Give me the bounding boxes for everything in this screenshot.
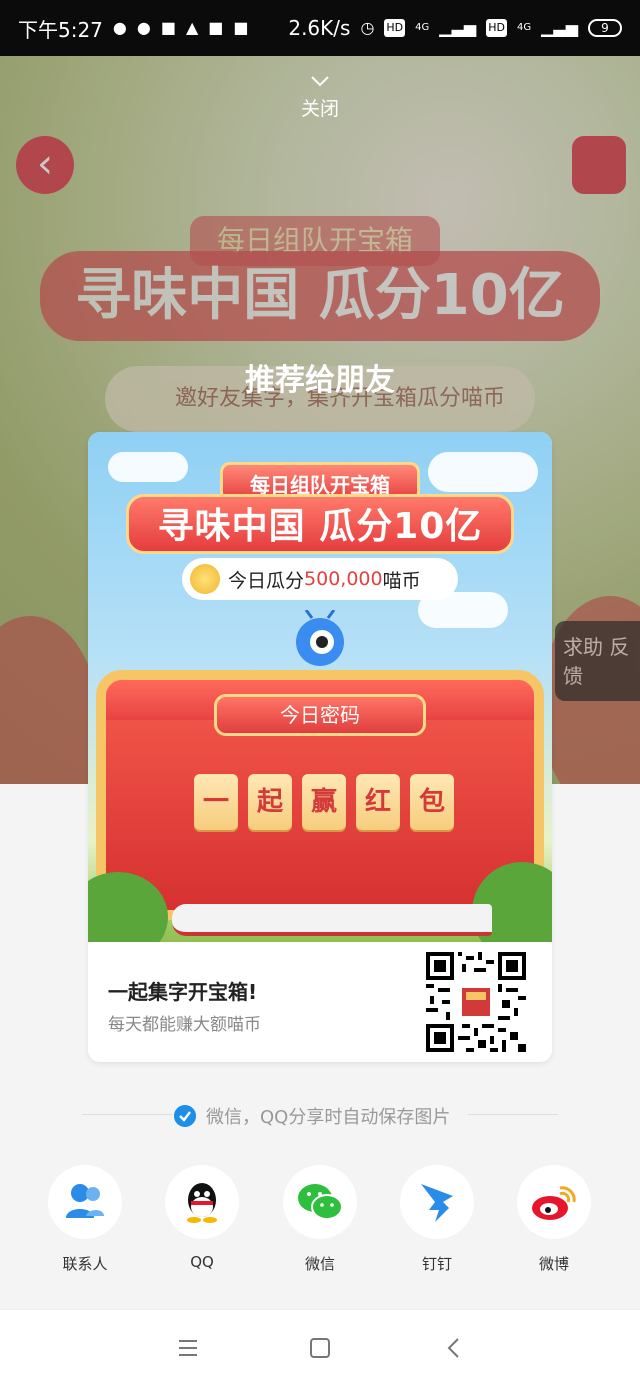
share-targets: 联系人 QQ 微信 钉钉 微博 (0, 1165, 640, 1275)
status-left: 下午5:27 ● ● ■ ▲ ■ ■ (18, 14, 249, 43)
alarm-icon: ◷ (360, 18, 375, 37)
home-icon[interactable] (308, 1336, 332, 1360)
divider (468, 1114, 558, 1115)
share-label: 微博 (538, 1255, 569, 1273)
back-icon[interactable] (442, 1336, 466, 1360)
share-qq[interactable]: QQ (162, 1165, 242, 1271)
cloud (108, 452, 188, 482)
mascot-icon (296, 610, 344, 666)
status-right: 2.6K/s ◷ HD 4G ▁▃▅ HD 4G ▁▃▅ 9 (288, 16, 622, 40)
qr-code-icon (426, 952, 526, 1052)
menu-icon[interactable] (176, 1336, 200, 1360)
coin-amount: 500,000 (304, 568, 383, 590)
code-label: 今日密码 (214, 694, 426, 736)
status-bar: 下午5:27 ● ● ■ ▲ ■ ■ 2.6K/s ◷ HD 4G ▁▃▅ HD… (0, 0, 640, 56)
card-subtitle: 每天都能赚大额喵币 (108, 1015, 261, 1035)
auto-save-option[interactable]: 微信，QQ分享时自动保存图片 (0, 1100, 640, 1130)
checkbox-checked-icon[interactable] (174, 1105, 196, 1127)
share-title: 推荐给朋友 (245, 363, 395, 398)
share-label: 联系人 (62, 1255, 108, 1273)
weibo-icon (532, 1186, 576, 1220)
share-icon-circle (517, 1165, 591, 1239)
hd-badge-2: HD (486, 19, 507, 37)
share-icon-circle (283, 1165, 357, 1239)
warning-icon: ▲ (185, 18, 199, 37)
share-poster-card: 每日组队开宝箱 寻味中国 瓜分10亿 今日瓜分 500,000 喵币 今日密码 … (88, 432, 552, 1062)
close-button[interactable]: 关闭 (0, 74, 640, 121)
dingtalk-icon (421, 1184, 453, 1222)
share-icon-circle (400, 1165, 474, 1239)
card-footer: 一起集字开宝箱! 每天都能赚大额喵币 (88, 942, 552, 1062)
code-tiles: 一 起 赢 红 包 (194, 774, 454, 830)
app-notification-icon: ■ (160, 18, 176, 37)
wechat-notification-icon-2: ● (136, 18, 151, 37)
qq-icon (187, 1183, 217, 1223)
clock: 下午5:27 (18, 17, 103, 42)
share-weibo[interactable]: 微博 (514, 1165, 594, 1274)
coin-icon (190, 564, 220, 594)
battery-indicator: 9 (588, 19, 622, 37)
share-wechat[interactable]: 微信 (280, 1165, 360, 1274)
share-icon-circle (48, 1165, 122, 1239)
wechat-notification-icon: ● (112, 18, 127, 37)
code-tile: 起 (248, 774, 292, 830)
code-tile: 赢 (302, 774, 346, 830)
train-decoration (172, 904, 492, 936)
network-speed: 2.6K/s (288, 16, 351, 40)
app-notification-icon-2: ■ (208, 18, 224, 37)
poster-banner: 寻味中国 瓜分10亿 (126, 494, 514, 554)
signal-label-1: 4G (415, 22, 430, 33)
chevron-down-icon (311, 76, 329, 87)
wechat-icon (298, 1184, 343, 1220)
hd-badge-1: HD (384, 19, 406, 37)
code-tile: 红 (356, 774, 400, 830)
poster-image: 每日组队开宝箱 寻味中国 瓜分10亿 今日瓜分 500,000 喵币 今日密码 … (88, 432, 552, 942)
share-label: QQ (190, 1253, 214, 1271)
signal-icon-1: ▁▃▅ (439, 18, 477, 37)
share-contacts[interactable]: 联系人 (45, 1165, 125, 1274)
share-label: 钉钉 (421, 1255, 452, 1273)
auto-save-label: 微信，QQ分享时自动保存图片 (206, 1107, 451, 1128)
code-tile: 包 (410, 774, 454, 830)
share-dingtalk[interactable]: 钉钉 (397, 1165, 477, 1274)
close-label: 关闭 (300, 98, 339, 120)
share-label: 微信 (304, 1255, 335, 1273)
signal-label-2: 4G (516, 22, 532, 33)
code-tile: 一 (194, 774, 238, 830)
app-notification-icon-3: ■ (233, 18, 249, 37)
signal-icon-2: ▁▃▅ (541, 18, 578, 37)
card-headline: 一起集字开宝箱! (108, 980, 258, 1004)
system-nav-bar (0, 1309, 640, 1387)
cloud (428, 452, 538, 492)
coin-pill: 今日瓜分 500,000 喵币 (182, 558, 458, 600)
coin-unit: 喵币 (382, 569, 421, 592)
share-icon-circle (165, 1165, 239, 1239)
coin-prefix: 今日瓜分 (228, 569, 305, 592)
contacts-icon (66, 1184, 104, 1218)
divider (82, 1114, 172, 1115)
